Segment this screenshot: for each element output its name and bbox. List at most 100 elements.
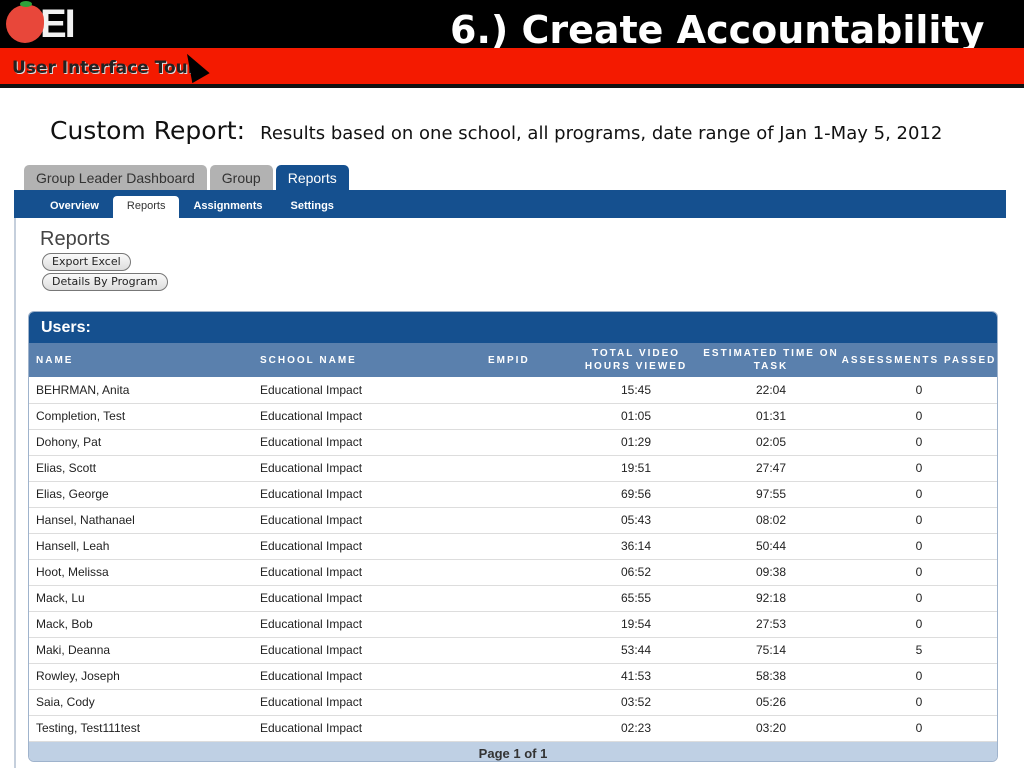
cell-school: Educational Impact [253,429,481,456]
cell-video-hours: 01:29 [571,429,701,456]
cell-video-hours: 69:56 [571,481,701,508]
cell-empid [481,481,571,508]
page-heading: Reports [40,228,111,250]
table-row: Hansel, Nathanael Educational Impact 05:43… [29,507,997,534]
cell-time-on-task: 92:18 [701,585,841,612]
cell-assessments: 0 [841,585,997,612]
cell-school: Educational Impact [253,455,481,482]
cell-assessments: 0 [841,689,997,716]
cell-empid [481,663,571,690]
subtab-overview[interactable]: Overview [36,196,113,218]
table-row: Completion, Test Educational Impact 01:05 0… [29,403,997,430]
table-row: Mack, Lu Educational Impact 65:55 92:18 0 [29,585,997,612]
cell-assessments: 0 [841,611,997,638]
cell-assessments: 0 [841,455,997,482]
cell-name: Elias, Scott [29,455,253,482]
cell-school: Educational Impact [253,481,481,508]
cell-empid [481,403,571,430]
cell-video-hours: 53:44 [571,637,701,664]
cell-video-hours: 05:43 [571,507,701,534]
tour-label: User Interface Tour [12,58,197,78]
cell-time-on-task: 08:02 [701,507,841,534]
slide-header: EI 6.) Create Accountability [0,0,1024,52]
cell-empid [481,377,571,404]
cell-school: Educational Impact [253,507,481,534]
tab-group[interactable]: Group [209,165,273,191]
cell-time-on-task: 50:44 [701,533,841,560]
col-empid[interactable]: EMPID [481,343,571,377]
col-assessments-passed[interactable]: ASSESSMENTS PASSED [841,343,997,377]
cell-time-on-task: 09:38 [701,559,841,586]
subtab-settings[interactable]: Settings [277,196,348,218]
table-row: Elias, Scott Educational Impact 19:51 27:47… [29,455,997,482]
cell-name: Hansel, Nathanael [29,507,253,534]
cell-empid [481,559,571,586]
table-row: Hoot, Melissa Educational Impact 06:52 09:3… [29,559,997,586]
cell-empid [481,715,571,742]
subtab-reports[interactable]: Reports [112,196,180,218]
cell-empid [481,533,571,560]
cell-name: Testing, Test111test [29,715,253,742]
cell-assessments: 0 [841,429,997,456]
cell-time-on-task: 22:04 [701,377,841,404]
cell-video-hours: 19:51 [571,455,701,482]
cell-name: Completion, Test [29,403,253,430]
cell-empid [481,455,571,482]
cell-video-hours: 19:54 [571,611,701,638]
table-row: Rowley, Joseph Educational Impact 41:53 58:… [29,663,997,690]
users-table: NAME SCHOOL NAME EMPID TOTAL VIDEO HOURS… [29,343,997,742]
col-time-on-task[interactable]: ESTIMATED TIME ON TASK [701,343,841,377]
subtitle-detail: Results based on one school, all program… [260,123,943,144]
tab-group-leader-dashboard[interactable]: Group Leader Dashboard [24,165,207,191]
cell-name: BEHRMAN, Anita [29,377,253,404]
cell-name: Dohony, Pat [29,429,253,456]
cell-video-hours: 65:55 [571,585,701,612]
cell-empid [481,429,571,456]
subtab-assignments[interactable]: Assignments [179,196,276,218]
table-row: Hansell, Leah Educational Impact 36:14 50:4… [29,533,997,560]
cell-assessments: 0 [841,663,997,690]
cell-assessments: 0 [841,559,997,586]
tab-reports[interactable]: Reports [275,165,349,191]
table-row: Testing, Test111test Educational Impact 02… [29,715,997,742]
cell-school: Educational Impact [253,585,481,612]
cell-assessments: 0 [841,377,997,404]
cell-name: Mack, Lu [29,585,253,612]
table-row: BEHRMAN, Anita Educational Impact 15:45 22:… [29,377,997,404]
cell-assessments: 0 [841,481,997,508]
cell-video-hours: 15:45 [571,377,701,404]
cell-empid [481,637,571,664]
cell-time-on-task: 97:55 [701,481,841,508]
cell-video-hours: 03:52 [571,689,701,716]
col-name[interactable]: NAME [29,343,253,377]
cell-assessments: 0 [841,533,997,560]
cell-assessments: 0 [841,715,997,742]
cell-school: Educational Impact [253,377,481,404]
col-school-name[interactable]: SCHOOL NAME [253,343,481,377]
users-panel-title: Users: [29,312,997,343]
cell-school: Educational Impact [253,559,481,586]
cell-empid [481,611,571,638]
logo-text: EI [40,2,76,46]
ei-logo: EI [6,1,76,46]
cell-assessments: 0 [841,403,997,430]
sub-nav: Overview Reports Assignments Settings [14,190,1006,218]
export-excel-button[interactable]: Export Excel [42,253,131,271]
details-by-program-button[interactable]: Details By Program [42,273,168,291]
cell-name: Hoot, Melissa [29,559,253,586]
cell-name: Mack, Bob [29,611,253,638]
cell-school: Educational Impact [253,611,481,638]
cell-school: Educational Impact [253,533,481,560]
slide-title: 6.) Create Accountability [450,8,985,52]
cell-video-hours: 36:14 [571,533,701,560]
cell-video-hours: 02:23 [571,715,701,742]
col-video-hours[interactable]: TOTAL VIDEO HOURS VIEWED [571,343,701,377]
table-row: Saia, Cody Educational Impact 03:52 05:26 0 [29,689,997,716]
cell-name: Maki, Deanna [29,637,253,664]
cell-school: Educational Impact [253,715,481,742]
main-tabs: Group Leader Dashboard Group Reports [24,165,349,191]
cell-name: Hansell, Leah [29,533,253,560]
cell-time-on-task: 01:31 [701,403,841,430]
cell-empid [481,507,571,534]
subtitle-main: Custom Report: [50,116,246,145]
